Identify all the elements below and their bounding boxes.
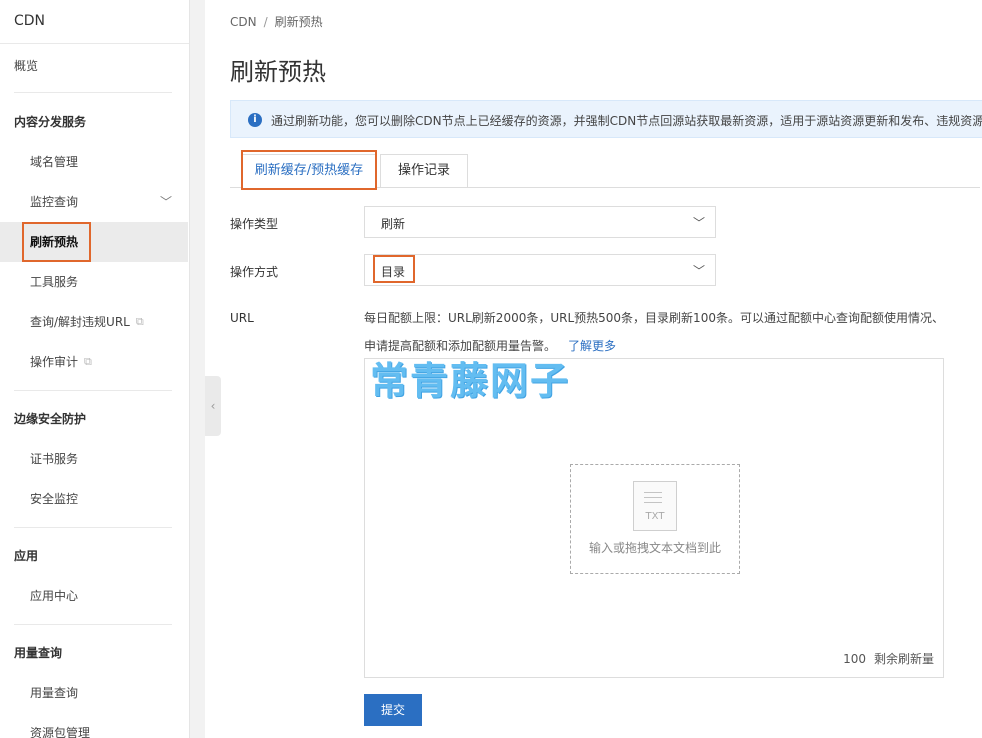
breadcrumb: CDN / 刷新预热 — [230, 13, 323, 30]
op-method-select[interactable]: 目录 ﹀ — [364, 254, 716, 286]
op-type-value: 刷新 — [381, 217, 406, 231]
remaining-quota: 100 剩余刷新量 — [843, 650, 934, 667]
file-drop-zone[interactable]: TXT 输入或拖拽文本文档到此 — [570, 464, 740, 574]
sidebar-item-package[interactable]: 资源包管理 — [0, 713, 188, 738]
sidebar-divider — [14, 624, 172, 625]
sidebar-item-overview[interactable]: 概览 — [0, 46, 188, 86]
highlight-box — [373, 255, 415, 283]
notice-text: 通过刷新功能，您可以删除CDN节点上已经缓存的资源，并强制CDN节点回源站获取最… — [271, 114, 982, 128]
sidebar-item-label: 监控查询 — [30, 195, 79, 209]
sidebar-group-edge: 边缘安全防护 — [14, 412, 87, 426]
op-method-label: 操作方式 — [230, 265, 279, 279]
watermark: 常青藤网子 — [370, 359, 571, 403]
learn-more-link[interactable]: 了解更多 — [568, 339, 616, 353]
sidebar-item-domain[interactable]: 域名管理 — [0, 142, 188, 182]
sidebar-title: CDN — [0, 0, 189, 44]
remaining-count: 100 — [843, 652, 866, 666]
sidebar-item-usage-query[interactable]: 用量查询 — [0, 673, 188, 713]
sidebar-item-query-url[interactable]: 查询/解封违规URL ⧉ — [0, 302, 188, 342]
main-content: CDN / 刷新预热 刷新预热 i 通过刷新功能，您可以删除CDN节点上已经缓存的资… — [205, 0, 982, 738]
op-type-label: 操作类型 — [230, 217, 279, 231]
txt-file-label: TXT — [645, 511, 665, 522]
url-textarea[interactable]: TXT 输入或拖拽文本文档到此 100 剩余刷新量 — [364, 358, 944, 678]
sidebar-item-audit[interactable]: 操作审计 ⧉ — [0, 342, 188, 382]
sidebar-item-app-center[interactable]: 应用中心 — [0, 576, 188, 616]
sidebar-item-label: 操作审计 — [30, 355, 79, 369]
sidebar-divider — [14, 527, 172, 528]
chevron-down-icon: ﹀ — [692, 216, 705, 230]
sidebar-group-usage: 用量查询 — [14, 646, 63, 660]
sidebar-divider — [14, 390, 172, 391]
op-type-select[interactable]: 刷新 ﹀ — [364, 206, 716, 238]
sidebar-item-cert[interactable]: 证书服务 — [0, 439, 188, 479]
sidebar-item-tools[interactable]: 工具服务 — [0, 262, 188, 302]
info-notice: i 通过刷新功能，您可以删除CDN节点上已经缓存的资源，并强制CDN节点回源站获… — [230, 100, 982, 138]
tab-operation-records[interactable]: 操作记录 — [380, 154, 468, 188]
info-icon: i — [248, 113, 262, 127]
sidebar-item-monitor[interactable]: 监控查询 ﹀ — [0, 182, 188, 222]
submit-button[interactable]: 提交 — [364, 694, 422, 726]
sidebar-item-security[interactable]: 安全监控 — [0, 479, 188, 519]
chevron-down-icon: ﹀ — [692, 264, 705, 278]
external-link-icon: ⧉ — [135, 315, 144, 328]
highlight-box — [22, 222, 91, 262]
chevron-down-icon: ﹀ — [159, 195, 172, 209]
remaining-label: 剩余刷新量 — [873, 652, 934, 666]
sidebar-group-content: 内容分发服务 — [14, 115, 87, 129]
external-link-icon: ⧉ — [84, 355, 92, 368]
sidebar-item-label: 查询/解封违规URL — [30, 315, 130, 329]
sidebar-gutter — [190, 0, 205, 738]
drop-hint: 输入或拖拽文本文档到此 — [588, 541, 721, 555]
breadcrumb-root[interactable]: CDN — [230, 15, 257, 29]
highlight-box — [241, 150, 377, 190]
sidebar: CDN 概览 内容分发服务 域名管理 监控查询 ﹀ 刷新预热 工具服务 查询/解… — [0, 0, 190, 738]
sidebar-group-apps: 应用 — [14, 549, 39, 563]
quota-text: 每日配额上限：URL刷新2000条，URL预热500条，目录刷新100条。可以通… — [364, 311, 944, 353]
txt-file-icon: TXT — [633, 481, 677, 531]
sidebar-divider — [14, 92, 172, 93]
url-label: URL — [230, 311, 254, 325]
page-title: 刷新预热 — [230, 58, 326, 86]
breadcrumb-current: 刷新预热 — [274, 15, 323, 29]
breadcrumb-separator: / — [263, 15, 268, 29]
